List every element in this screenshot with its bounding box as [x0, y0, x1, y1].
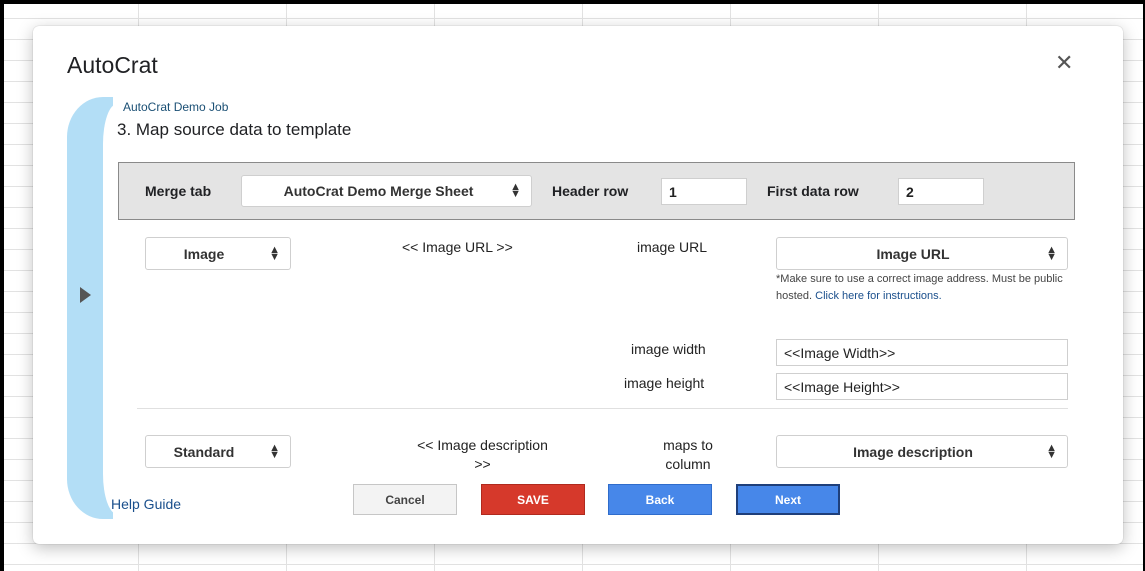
step-title: 3. Map source data to template [117, 120, 352, 139]
play-triangle-icon [80, 287, 91, 303]
maps-to-column-label: maps to column [643, 436, 733, 474]
header-row-input[interactable]: 1 [661, 178, 747, 205]
image-width-label: image width [631, 341, 706, 357]
image-width-input[interactable]: <<Image Width>> [776, 339, 1068, 366]
sort-arrows-icon: ▲ ▼ [1046, 441, 1057, 461]
image-height-input[interactable]: <<Image Height>> [776, 373, 1068, 400]
next-button[interactable]: Next [736, 484, 840, 515]
field-type-value: Image [183, 245, 225, 262]
image-height-label: image height [624, 375, 705, 391]
row-divider [137, 408, 1068, 409]
field-type-select-standard[interactable]: Standard ▲ ▼ [145, 435, 291, 468]
field-type-value: Standard [173, 443, 235, 460]
autocrat-dialog: AutoCrat ✕ AutoCrat Demo Job 3. Map sour… [33, 26, 1123, 544]
image-description-column-select[interactable]: Image description ▲ ▼ [776, 435, 1068, 468]
job-name: AutoCrat Demo Job [123, 100, 229, 114]
help-guide-link[interactable]: Help Guide [111, 496, 181, 512]
header-row-label: Header row [552, 183, 629, 199]
image-url-note: *Make sure to use a correct image addres… [776, 271, 1066, 305]
close-icon[interactable]: ✕ [1055, 52, 1073, 74]
sort-arrows-icon: ▲ ▼ [269, 441, 280, 461]
cancel-button[interactable]: Cancel [353, 484, 457, 515]
first-data-row-label: First data row [767, 183, 859, 199]
merge-settings-bar: Merge tab AutoCrat Demo Merge Sheet ▲ ▼ H… [118, 162, 1075, 220]
merge-tag-image-url: << Image URL >> [402, 239, 513, 255]
first-data-row-input[interactable]: 2 [898, 178, 984, 205]
sort-arrows-icon: ▲ ▼ [1046, 243, 1057, 263]
side-panel-edge [103, 104, 117, 514]
merge-tab-select[interactable]: AutoCrat Demo Merge Sheet ▲ ▼ [241, 175, 532, 207]
merge-tag-image-description: << Image description >> [390, 436, 575, 474]
frame-border-left [0, 0, 4, 571]
target-label-image-url: image URL [637, 239, 708, 255]
merge-tag-line-1: << Image description [417, 437, 548, 453]
instructions-link[interactable]: Click here for instructions. [815, 290, 942, 302]
back-button[interactable]: Back [608, 484, 712, 515]
image-description-column-value: Image description [853, 443, 973, 460]
maps-to-line-2: column [665, 456, 711, 472]
field-type-select-image[interactable]: Image ▲ ▼ [145, 237, 291, 270]
merge-tag-line-2: >> [474, 456, 491, 472]
save-button[interactable]: SAVE [481, 484, 585, 515]
maps-to-line-1: maps to [663, 437, 713, 453]
image-url-column-select[interactable]: Image URL ▲ ▼ [776, 237, 1068, 270]
merge-tab-label: Merge tab [145, 183, 212, 199]
sort-arrows-icon: ▲ ▼ [269, 243, 280, 263]
frame-border-top [0, 0, 1145, 4]
dialog-title: AutoCrat [67, 52, 158, 78]
image-url-column-value: Image URL [876, 245, 950, 262]
sort-arrows-icon: ▲ ▼ [510, 181, 521, 200]
merge-tab-value: AutoCrat Demo Merge Sheet [283, 183, 474, 199]
